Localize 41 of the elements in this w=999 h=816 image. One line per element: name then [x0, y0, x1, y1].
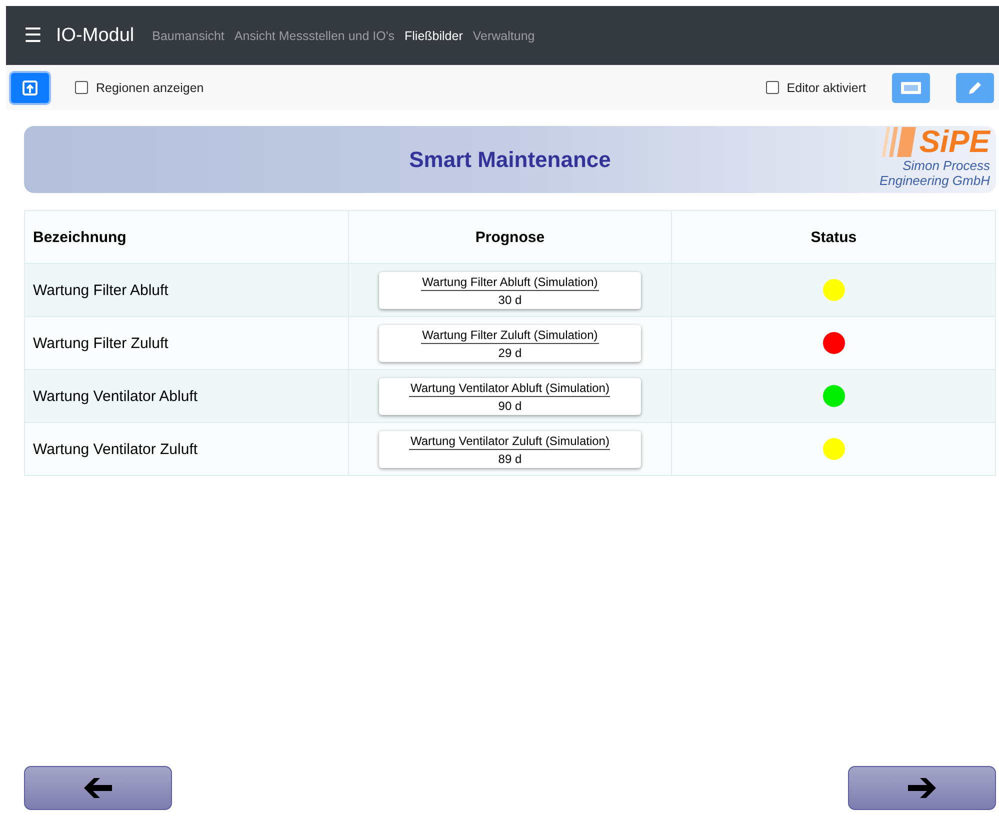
logo-subtitle: Engineering GmbH	[879, 173, 990, 188]
upload-icon	[22, 80, 38, 96]
new-badge-icon	[901, 82, 921, 94]
nav-link[interactable]: Ansicht Messstellen und IO's	[234, 28, 402, 42]
forecast-card[interactable]: Wartung Ventilator Abluft (Simulation) 90 d	[378, 378, 641, 414]
table-cell: Wartung Ventilator Zuluft	[24, 422, 348, 476]
forecast-value: 30 d	[498, 292, 522, 306]
forecast-value: 89 d	[498, 450, 522, 466]
export-button[interactable]	[11, 72, 49, 102]
forecast-value: 29 d	[498, 344, 522, 360]
checkbox[interactable]	[75, 81, 88, 94]
forecast-title: Wartung Ventilator Zuluft (Simulation)	[409, 434, 610, 450]
back-button[interactable]	[24, 766, 172, 810]
banner-title: Smart Maintenance	[409, 146, 611, 172]
column-header: Prognose	[348, 210, 672, 264]
regions-checkbox[interactable]: Regionen anzeigen	[75, 80, 204, 94]
right-arrow-icon	[906, 776, 938, 800]
editor-checkbox[interactable]: Editor aktiviert	[766, 80, 866, 94]
stripes-icon	[881, 127, 918, 157]
column-header: Bezeichnung	[24, 210, 348, 264]
checkbox[interactable]	[766, 81, 779, 94]
app-title: IO-Modul	[56, 24, 134, 46]
forecast-value: 90 d	[498, 398, 522, 412]
column-header: Status	[672, 210, 996, 264]
forecast-title: Wartung Ventilator Abluft (Simulation)	[409, 380, 610, 396]
checkbox-label: Regionen anzeigen	[96, 80, 204, 94]
logo-subtitle: Simon Process	[902, 158, 990, 173]
forward-button[interactable]	[848, 766, 996, 810]
nav-link[interactable]: Verwaltung	[472, 28, 542, 42]
forecast-card[interactable]: Wartung Filter Abluft (Simulation) 30 d	[378, 272, 641, 308]
nav-link[interactable]: Baumansicht	[152, 28, 232, 42]
forecast-card[interactable]: Wartung Ventilator Zuluft (Simulation) 89 d	[378, 430, 641, 468]
pencil-icon	[967, 80, 983, 96]
menu-button[interactable]: ☰	[18, 23, 48, 48]
checkbox-label: Editor aktiviert	[786, 80, 866, 94]
logo-text: SiPE	[919, 126, 990, 158]
forecast-title: Wartung Filter Abluft (Simulation)	[421, 274, 599, 290]
forecast-card[interactable]: Wartung Filter Zuluft (Simulation) 29 d	[378, 324, 641, 362]
forecast-title: Wartung Filter Zuluft (Simulation)	[421, 328, 599, 344]
left-arrow-icon	[82, 776, 114, 800]
nav-link[interactable]: Fließbilder	[404, 28, 470, 42]
